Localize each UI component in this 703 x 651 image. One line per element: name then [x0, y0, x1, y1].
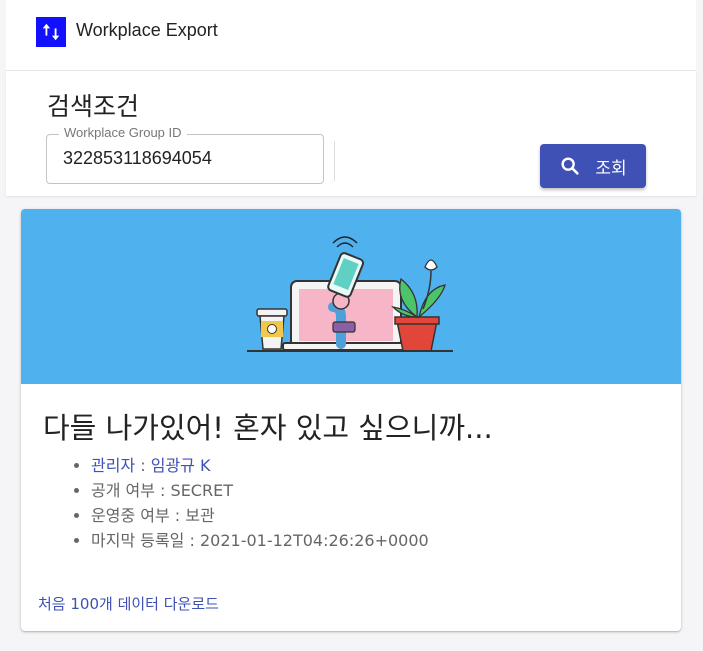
divider [334, 141, 335, 181]
workplace-group-id-field[interactable]: Workplace Group ID [46, 125, 324, 184]
detail-key: 관리자 [91, 456, 136, 475]
search-section-title: 검색조건 [47, 92, 140, 121]
detail-value: 2021-01-12T04:26:26+0000 [199, 531, 429, 550]
detail-visibility: 공개 여부 : SECRET [91, 478, 429, 503]
workplace-group-id-label: Workplace Group ID [59, 125, 187, 140]
detail-value: 보관 [185, 506, 215, 525]
search-button-label: 조회 [595, 158, 627, 179]
workplace-card: 다들 나가있어! 혼자 있고 싶으니까... 관리자 : 임광규 K 공개 여부… [21, 209, 681, 631]
app-bar: Workplace Export [6, 0, 696, 71]
detail-status: 운영중 여부 : 보관 [91, 503, 429, 528]
detail-admin: 관리자 : 임광규 K [91, 453, 429, 478]
detail-sep: : [169, 506, 186, 525]
detail-key: 운영중 여부 [91, 506, 170, 525]
search-button[interactable]: 조회 [540, 144, 646, 188]
detail-sep: : [135, 456, 151, 475]
detail-key: 공개 여부 [91, 481, 155, 500]
workplace-group-id-input[interactable] [63, 145, 303, 171]
search-icon [561, 157, 579, 175]
card-details: 관리자 : 임광규 K 공개 여부 : SECRET 운영중 여부 : 보관 마… [73, 453, 429, 553]
detail-value: SECRET [170, 481, 233, 500]
card-title: 다들 나가있어! 혼자 있고 싶으니까... [43, 411, 493, 445]
download-first-100-button[interactable]: 처음 100개 데이터 다운로드 [38, 593, 219, 614]
search-panel: 검색조건 Workplace Group ID 조회 [6, 71, 696, 196]
swap-vertical-icon [36, 17, 66, 47]
detail-key: 마지막 등록일 [91, 531, 185, 550]
detail-last-updated: 마지막 등록일 : 2021-01-12T04:26:26+0000 [91, 528, 429, 553]
card-illustration [21, 209, 681, 384]
detail-sep: : [154, 481, 171, 500]
app-title: Workplace Export [76, 20, 218, 40]
admin-name: 임광규 K [150, 456, 211, 475]
detail-sep: : [184, 531, 200, 550]
